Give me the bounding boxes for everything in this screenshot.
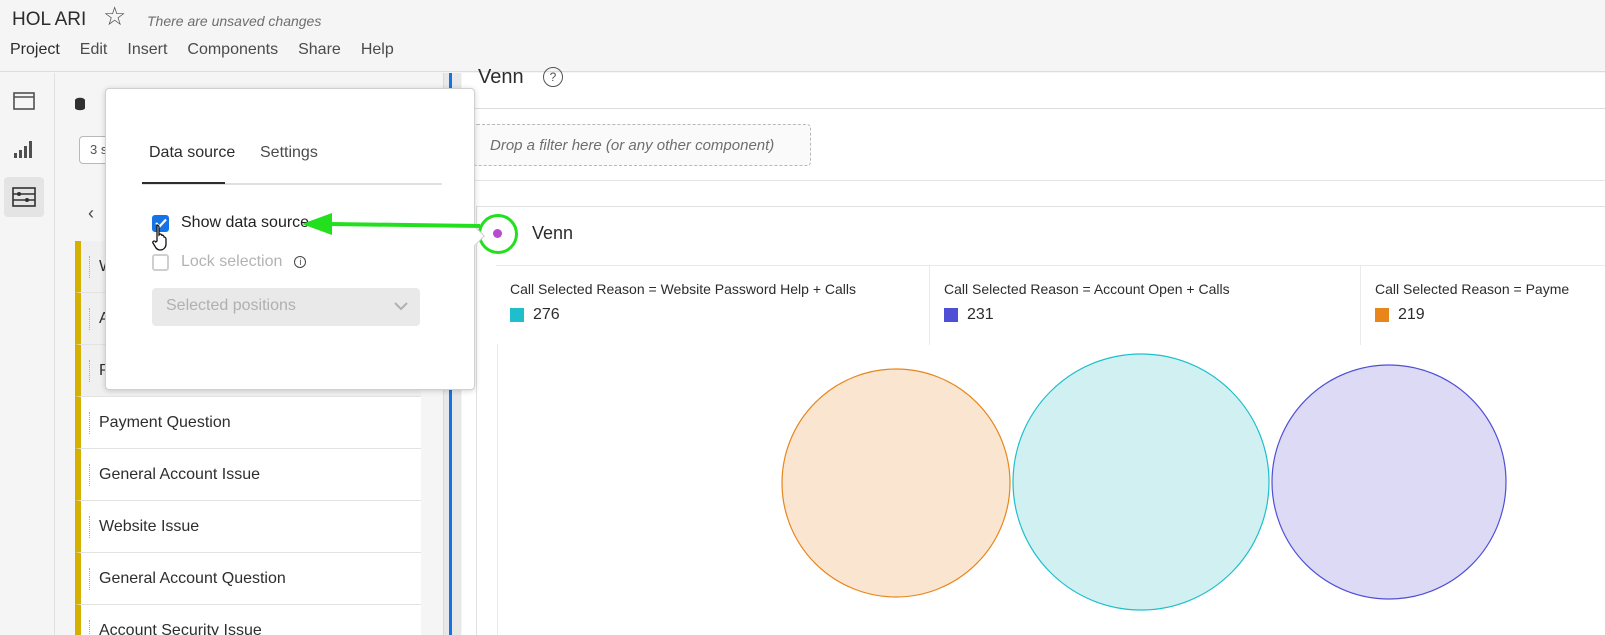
drag-handle[interactable] [89, 620, 90, 635]
lock-selection-option[interactable]: Lock selection i [152, 253, 307, 271]
venn-circle-account-open [1271, 364, 1507, 600]
drag-handle[interactable] [89, 568, 90, 590]
legend-label: Call Selected Reason = Website Password … [510, 281, 857, 297]
visualization-settings-popover: Data source Settings Show data source Lo… [105, 88, 485, 390]
checkmark-icon [154, 218, 167, 228]
divider [462, 108, 1605, 109]
menu-help[interactable]: Help [361, 41, 394, 59]
legend-item[interactable]: Call Selected Reason = Account Open + Ca… [930, 266, 1361, 345]
show-data-source-option[interactable]: Show data source [152, 214, 309, 232]
show-data-source-checkbox[interactable] [152, 214, 169, 232]
legend-item[interactable]: Call Selected Reason = Payme 219 [1361, 266, 1605, 345]
show-data-source-label: Show data source [181, 214, 310, 231]
legend-swatch [1375, 308, 1389, 322]
database-icon [74, 97, 86, 116]
menu-components[interactable]: Components [187, 41, 278, 59]
list-item[interactable]: Account Security Issue [75, 605, 421, 635]
legend-label: Call Selected Reason = Account Open + Ca… [944, 281, 1230, 297]
panel-title[interactable]: Venn [478, 66, 524, 89]
visualizations-icon[interactable] [4, 129, 44, 169]
drag-handle[interactable] [89, 256, 90, 278]
chevron-down-icon [394, 298, 408, 316]
drag-handle[interactable] [89, 464, 90, 486]
selected-positions-dropdown[interactable]: Selected positions [152, 288, 420, 326]
visualization-title[interactable]: Venn [532, 223, 573, 244]
list-item[interactable]: General Account Issue [75, 449, 421, 501]
legend-label: Call Selected Reason = Payme [1375, 281, 1570, 297]
lock-selection-label: Lock selection [181, 253, 283, 270]
filter-dropzone[interactable]: Drop a filter here (or any other compone… [473, 124, 811, 166]
list-item[interactable]: Website Issue [75, 501, 421, 553]
drag-handle[interactable] [89, 412, 90, 434]
venn-circle-payment [781, 368, 1011, 598]
list-item-label: Website Issue [99, 517, 200, 535]
tab-settings[interactable]: Settings [260, 144, 318, 162]
menu-edit[interactable]: Edit [80, 41, 108, 59]
data-source-dot[interactable] [493, 229, 502, 238]
divider [462, 180, 1605, 181]
venn-diagram [781, 353, 1507, 611]
drag-handle[interactable] [89, 308, 90, 330]
legend-value: 219 [1398, 306, 1425, 323]
drag-handle[interactable] [89, 516, 90, 538]
menu-share[interactable]: Share [298, 41, 341, 59]
list-item-label: General Account Question [99, 569, 286, 587]
help-icon[interactable]: ? [543, 67, 563, 87]
legend-swatch [510, 308, 524, 322]
chevron-left-icon[interactable]: ‹ [88, 203, 94, 224]
popover-tabs: Data source Settings [142, 144, 442, 185]
legend-value: 276 [533, 306, 560, 323]
list-item[interactable]: Payment Question [75, 397, 421, 449]
list-item-label: Payment Question [99, 413, 231, 431]
left-rail [0, 73, 55, 635]
list-item[interactable]: General Account Question [75, 553, 421, 605]
panels-icon[interactable] [4, 81, 44, 121]
venn-diagram-area [497, 344, 1605, 635]
legend-swatch [944, 308, 958, 322]
venn-circle-website-password [1012, 353, 1270, 611]
info-icon[interactable]: i [294, 256, 307, 268]
menu-project[interactable]: Project [10, 41, 60, 59]
menu-bar: Project Edit Insert Components Share Hel… [10, 41, 414, 59]
unsaved-status: There are unsaved changes [147, 13, 322, 29]
menu-insert[interactable]: Insert [127, 41, 167, 59]
list-item-label: General Account Issue [99, 465, 260, 483]
active-tab-indicator [142, 182, 225, 184]
lock-selection-checkbox[interactable] [152, 253, 169, 271]
venn-legend: Call Selected Reason = Website Password … [496, 265, 1605, 345]
list-item-label: Account Security Issue [99, 621, 262, 635]
tab-data-source[interactable]: Data source [149, 144, 235, 162]
top-bar: HOL ARI ☆ There are unsaved changes Proj… [0, 0, 1605, 72]
legend-value: 231 [967, 306, 994, 323]
selected-positions-placeholder: Selected positions [166, 297, 296, 314]
star-icon[interactable]: ☆ [103, 3, 126, 29]
legend-item[interactable]: Call Selected Reason = Website Password … [496, 266, 930, 345]
drag-handle[interactable] [89, 360, 90, 382]
components-icon[interactable] [4, 177, 44, 217]
project-title[interactable]: HOL ARI [12, 9, 86, 31]
